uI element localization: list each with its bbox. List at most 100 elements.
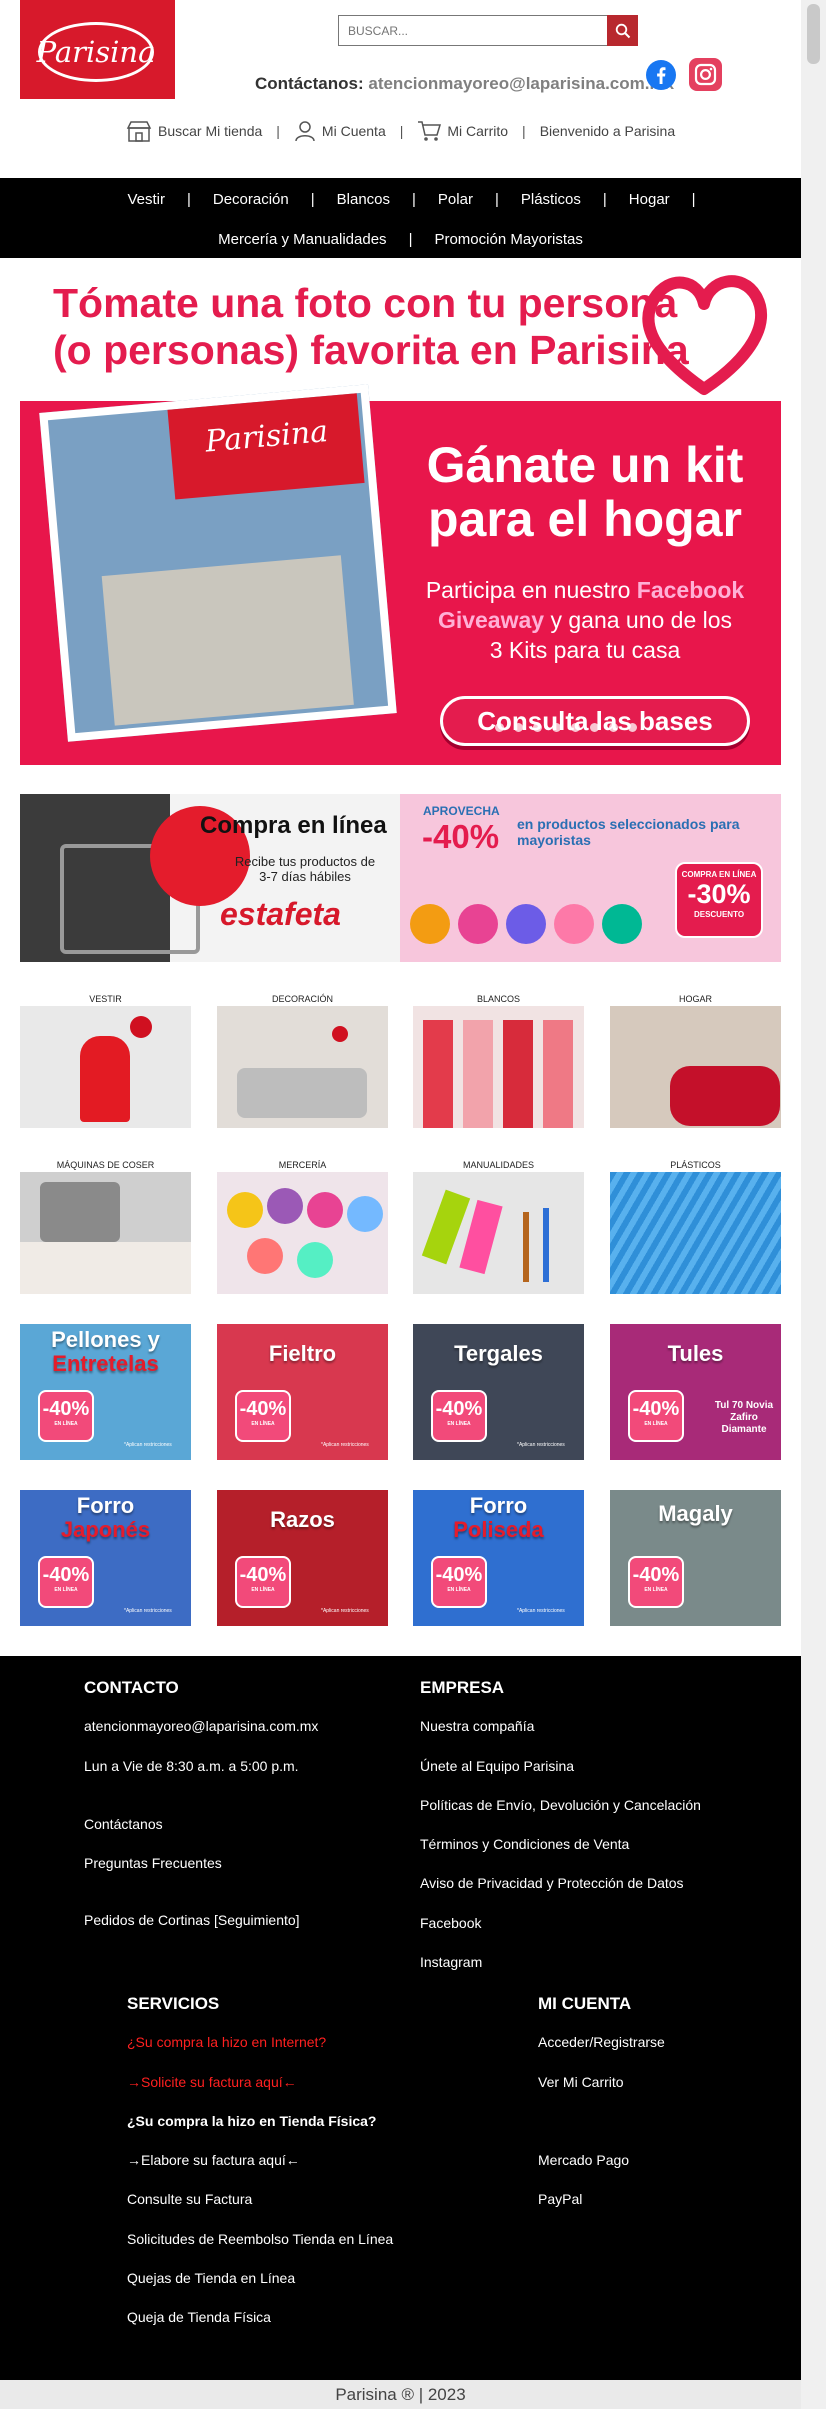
footer-link-join[interactable]: Únete al Equipo Parisina (420, 1758, 574, 1774)
brush (523, 1212, 529, 1282)
footer-faq-link[interactable]: Preguntas Frecuentes (84, 1855, 222, 1871)
carousel-dot[interactable] (590, 723, 599, 732)
category-tile-vestir[interactable]: VESTIR (20, 992, 191, 1128)
yarn-hearts (410, 904, 642, 944)
instagram-icon[interactable] (689, 58, 722, 91)
store-icon (126, 121, 152, 142)
category-tile-hogar[interactable]: HOGAR (610, 992, 781, 1128)
my-cart-link[interactable]: Mi Carrito (417, 120, 508, 142)
search-button[interactable] (607, 15, 638, 46)
promo-discount: -40% (435, 1564, 483, 1586)
category-tile-maquinas[interactable]: MÁQUINAS DE COSER (20, 1158, 191, 1294)
nav-item-blancos[interactable]: Blancos (315, 191, 412, 208)
parisina-logo[interactable]: Parisina (20, 0, 175, 99)
promo-tile-forro-japones[interactable]: Forro Japonés -40% EN LÍNEA *Aplican rest… (20, 1490, 191, 1626)
towel-shape (543, 1020, 573, 1128)
link-separator: | (399, 123, 404, 139)
heart-icon (642, 275, 767, 395)
promo-title: Forro Japonés (20, 1494, 191, 1542)
footer-complaints-online-link[interactable]: Quejas de Tienda en Línea (127, 2270, 295, 2286)
footer-internet-question: ¿Su compra la hizo en Internet? (127, 2034, 327, 2050)
hero-carousel[interactable]: Tómate una foto con tu persona (o person… (20, 258, 781, 765)
footer-cart-link[interactable]: Ver Mi Carrito (538, 2074, 624, 2090)
scrollbar-thumb[interactable] (807, 4, 820, 64)
contact-email[interactable]: atencionmayoreo@laparisina.com.mx (368, 74, 674, 93)
footer-refund-link[interactable]: Solicitudes de Reembolso Tienda en Línea (127, 2231, 393, 2247)
nav-separator: | (691, 190, 696, 208)
category-label: MANUALIDADES (413, 1158, 584, 1172)
towel-shape (423, 1020, 453, 1128)
footer-mercadopago-link[interactable]: Mercado Pago (538, 2152, 629, 2168)
page-scrollbar[interactable] (801, 0, 826, 2409)
my-account-label: Mi Cuenta (321, 123, 386, 139)
my-account-link[interactable]: Mi Cuenta (294, 120, 386, 142)
nav-item-decoracion[interactable]: Decoración (191, 191, 311, 208)
category-tile-decoracion[interactable]: DECORACIÓN (217, 992, 388, 1128)
category-image (20, 1006, 191, 1128)
facebook-icon[interactable] (646, 60, 676, 90)
promo-discount: -40% (632, 1398, 680, 1420)
footer-internet-invoice-link[interactable]: →Solicite su factura aquí← (127, 2074, 297, 2090)
footer-link-facebook[interactable]: Facebook (420, 1915, 481, 1931)
category-tile-plasticos[interactable]: PLÁSTICOS (610, 1158, 781, 1294)
carousel-dot[interactable] (495, 723, 504, 732)
footer-link-company[interactable]: Nuestra compañía (420, 1718, 534, 1734)
search-input[interactable] (338, 15, 608, 46)
category-image (217, 1172, 388, 1294)
footer-complaints-store-link[interactable]: Queja de Tienda Física (127, 2309, 271, 2325)
footer-curtains-link[interactable]: Pedidos de Cortinas [Seguimiento] (84, 1912, 300, 1928)
promo-title-line1: Tergales (454, 1341, 543, 1366)
footer-heading-empresa: EMPRESA (420, 1678, 505, 1697)
promo-tile-forro-poliseda[interactable]: Forro Poliseda -40% EN LÍNEA *Aplican res… (413, 1490, 584, 1626)
promo-tile-razos[interactable]: Razos -40% EN LÍNEA *Aplican restriccione… (217, 1490, 388, 1626)
copyright: Parisina ® | 2023 (335, 2385, 466, 2404)
category-label: BLANCOS (413, 992, 584, 1006)
carousel-dot[interactable] (552, 723, 561, 732)
carousel-dot[interactable] (609, 723, 618, 732)
footer-link-terms[interactable]: Términos y Condiciones de Venta (420, 1836, 629, 1852)
category-tile-manualidades[interactable]: MANUALIDADES (413, 1158, 584, 1294)
category-tile-blancos[interactable]: BLANCOS (413, 992, 584, 1128)
footer-link-policies[interactable]: Políticas de Envío, Devolución y Cancela… (420, 1797, 701, 1813)
nav-item-vestir[interactable]: Vestir (105, 191, 187, 208)
red-dress-shape (80, 1036, 130, 1122)
promo-title: Fieltro (217, 1342, 388, 1366)
wholesale-promo-banner[interactable]: APROVECHA -40% en productos seleccionado… (400, 794, 781, 962)
promo-tile-magaly[interactable]: Magaly -40% EN LÍNEA (610, 1490, 781, 1626)
nav-item-promocion[interactable]: Promoción Mayoristas (412, 231, 604, 248)
promo-title: Pellones y Entretelas (20, 1328, 191, 1376)
find-store-link[interactable]: Buscar Mi tienda (126, 120, 262, 142)
promo-sub: EN LÍNEA (251, 1421, 275, 1427)
footer-store-invoice-link[interactable]: →Elabore su factura aquí← (127, 2152, 300, 2168)
nav-item-hogar[interactable]: Hogar (607, 191, 692, 208)
promo-discount-badge: -40% EN LÍNEA (38, 1390, 94, 1442)
promo-tile-fieltro[interactable]: Fieltro -40% EN LÍNEA *Aplican restriccio… (217, 1324, 388, 1460)
promo-title-line1: Forro (76, 1493, 135, 1518)
footer-login-link[interactable]: Acceder/Registrarse (538, 2034, 665, 2050)
promo-tile-tules[interactable]: Tules -40% EN LÍNEA Tul 70 Novia Zafiro D… (610, 1324, 781, 1460)
carousel-dot[interactable] (628, 723, 637, 732)
footer-contact-link[interactable]: Contáctanos (84, 1816, 163, 1832)
promo-tile-pellones[interactable]: Pellones y Entretelas -40% EN LÍNEA *Apli… (20, 1324, 191, 1460)
footer-link-instagram[interactable]: Instagram (420, 1954, 482, 1970)
promo-tile-tergales[interactable]: Tergales -40% EN LÍNEA *Aplican restricci… (413, 1324, 584, 1460)
header-links: Buscar Mi tienda | Mi Cuenta | Mi Carrit… (126, 118, 675, 144)
carousel-dot[interactable] (514, 723, 523, 732)
carousel-dot[interactable] (533, 723, 542, 732)
promo-sub: EN LÍNEA (251, 1587, 275, 1593)
online-shopping-banner[interactable]: Compra en línea Recibe tus productos de … (20, 794, 400, 962)
footer-consult-invoice-link[interactable]: Consulte su Factura (127, 2191, 252, 2207)
promo-discount: -40% (239, 1398, 287, 1420)
nav-item-plasticos[interactable]: Plásticos (499, 191, 603, 208)
yarn-ball (227, 1192, 263, 1228)
consult-rules-button[interactable]: Consulta las bases (440, 696, 750, 746)
carousel-dot[interactable] (571, 723, 580, 732)
category-tile-merceria[interactable]: MERCERÍA (217, 1158, 388, 1294)
footer-link-privacy[interactable]: Aviso de Privacidad y Protección de Dato… (420, 1875, 684, 1891)
footer-email[interactable]: atencionmayoreo@laparisina.com.mx (84, 1718, 318, 1734)
main-nav: Vestir | Decoración | Blancos | Polar | Plás… (0, 178, 801, 258)
nav-item-merceria[interactable]: Mercería y Manualidades (196, 231, 408, 248)
my-cart-label: Mi Carrito (447, 123, 509, 139)
nav-item-polar[interactable]: Polar (416, 191, 495, 208)
footer-paypal-link[interactable]: PayPal (538, 2191, 582, 2207)
